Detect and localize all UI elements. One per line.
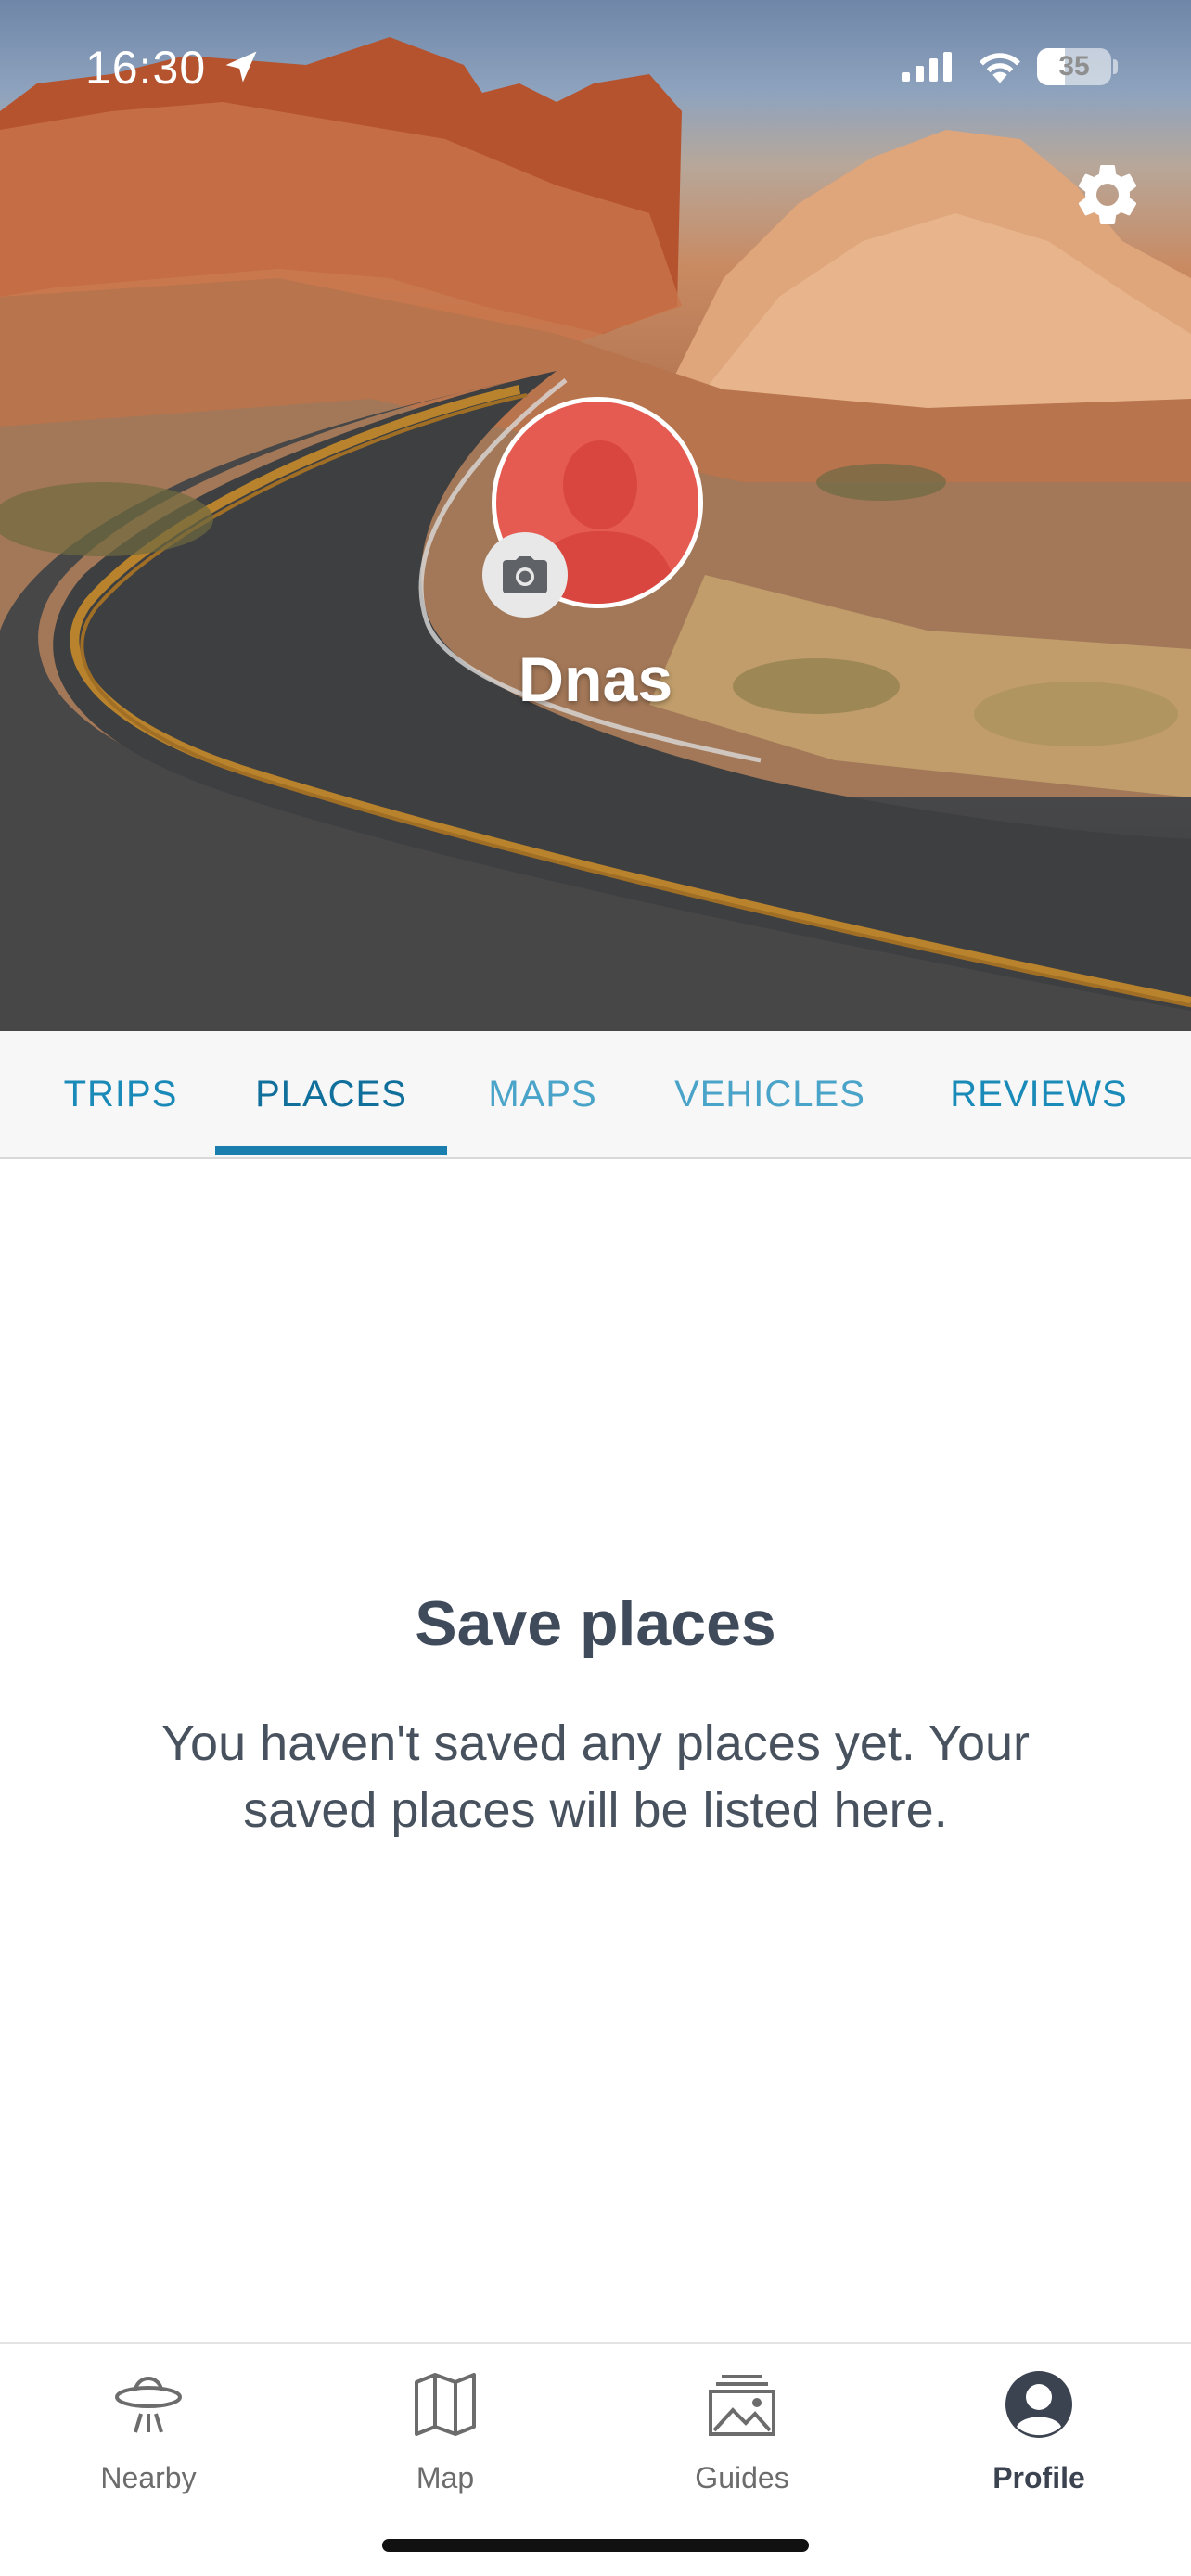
cellular-signal-icon [902, 52, 952, 82]
nav-label-profile: Profile [992, 2461, 1085, 2494]
profile-tabs: TRIPS PLACES MAPS VEHICLES REVIEWS [0, 1031, 1191, 1159]
tab-reviews[interactable]: REVIEWS [928, 1031, 1150, 1159]
home-indicator[interactable] [382, 2539, 809, 2552]
battery-tip [1113, 59, 1118, 74]
change-photo-button[interactable] [482, 532, 568, 618]
tab-places[interactable]: PLACES [215, 1031, 447, 1159]
tab-trips[interactable]: TRIPS [37, 1031, 204, 1159]
active-tab-indicator [215, 1146, 447, 1155]
battery-level: 35 [1058, 51, 1090, 82]
profile-icon [928, 2363, 1150, 2446]
wifi-icon [980, 53, 1020, 83]
battery-indicator: 35 [1037, 48, 1111, 85]
camera-icon [503, 556, 547, 593]
nav-label-nearby: Nearby [100, 2461, 197, 2494]
nav-label-guides: Guides [695, 2461, 789, 2494]
gear-icon [1078, 164, 1137, 224]
nav-guides[interactable]: Guides [631, 2344, 853, 2502]
empty-state-message: You haven't saved any places yet. Your s… [160, 1715, 1030, 1838]
nav-label-map: Map [416, 2461, 475, 2494]
location-arrow-icon [225, 51, 257, 83]
ufo-icon [37, 2363, 260, 2446]
profile-username: Dnas [518, 644, 673, 715]
nav-nearby[interactable]: Nearby [37, 2344, 260, 2502]
guides-icon [631, 2363, 853, 2446]
status-time: 16:30 [85, 42, 207, 94]
nav-profile[interactable]: Profile [928, 2344, 1150, 2502]
nav-map[interactable]: Map [334, 2344, 557, 2502]
tab-maps[interactable]: MAPS [464, 1031, 621, 1159]
empty-state-title: Save places [415, 1588, 776, 1659]
profile-cover-image: 16:30 35 Dnas [0, 0, 1191, 1031]
map-icon [334, 2363, 557, 2446]
tab-vehicles[interactable]: VEHICLES [659, 1031, 881, 1159]
settings-button[interactable] [1070, 158, 1145, 232]
